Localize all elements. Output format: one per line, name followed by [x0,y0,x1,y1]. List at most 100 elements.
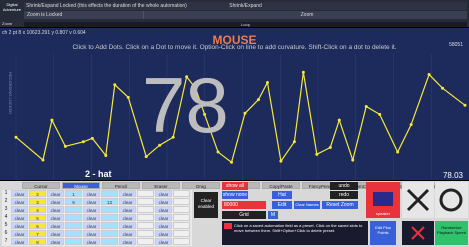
reset-zoom-button[interactable]: Reset Zoom [322,201,358,209]
preset-clear-cell[interactable]: clear [155,230,172,237]
shrink-expand-bar[interactable]: Shrink/Expand Locked (this effects the d… [24,2,467,10]
preset-slot[interactable] [173,190,190,197]
automation-dot[interactable] [144,155,148,159]
preset-clear-cell[interactable]: clear [119,214,136,221]
zoom-bar[interactable]: Zoom is Locked Zoom [24,11,467,19]
undo-button[interactable]: undo [330,182,358,190]
automation-dot[interactable] [351,158,355,162]
preset-slot[interactable] [173,198,190,205]
tool-eraser[interactable]: Eraser [142,182,180,189]
preset-clear-cell[interactable]: clear [155,214,172,221]
preset-clear-cell[interactable]: clear [83,214,100,221]
preset-slot[interactable] [65,206,82,213]
preset-slot[interactable]: 13 [101,198,118,205]
hat-button[interactable]: Hat [272,191,292,199]
automation-dot[interactable] [256,98,260,102]
value-field[interactable]: 80000 [222,201,266,209]
preset-clear-cell[interactable]: clear [83,238,100,245]
red-play-button[interactable]: speaker [366,182,400,218]
randomize-playback-speed-button[interactable]: Randomize Playback Speed [435,221,468,245]
preset-slot[interactable] [137,190,154,197]
preset-slot[interactable]: 1 [65,190,82,197]
preset-slot[interactable]: 6 [29,222,46,229]
automation-dot[interactable] [230,160,234,164]
preset-slot[interactable] [137,214,154,221]
automation-line[interactable] [15,72,466,164]
preset-slot[interactable]: 5 [29,214,46,221]
preset-slot[interactable]: 3 [29,198,46,205]
automation-dot[interactable] [364,104,368,108]
clear-enabled-button[interactable]: Clear enabled [194,192,218,218]
preset-clear-cell[interactable]: clear [11,206,28,213]
preset-slot[interactable] [173,238,190,245]
show-all-button[interactable]: show all [222,182,248,190]
automation-dot[interactable] [396,150,400,154]
automation-dot[interactable] [41,158,45,162]
show-none-button[interactable]: show none [222,191,248,199]
tool-cursor[interactable]: Cursor [22,182,60,189]
preset-slot[interactable]: 8 [29,238,46,245]
preset-clear-cell[interactable]: clear [11,230,28,237]
preset-slot[interactable] [65,230,82,237]
preset-clear-cell[interactable]: clear [155,198,172,205]
preset-clear-cell[interactable]: clear [119,190,136,197]
preset-clear-cell[interactable]: clear [83,206,100,213]
automation-dot[interactable] [463,103,467,107]
preset-clear-cell[interactable]: clear [155,238,172,245]
preset-slot[interactable] [173,206,190,213]
preset-clear-cell[interactable]: clear [47,198,64,205]
automation-dot[interactable] [14,135,18,139]
preset-slot[interactable]: 9 [65,198,82,205]
grid-button[interactable]: Grid [222,211,266,219]
preset-slot[interactable] [65,238,82,245]
preset-clear-cell[interactable]: clear [83,230,100,237]
automation-dot[interactable] [50,118,54,122]
automation-dot[interactable] [292,140,296,144]
preset-slot[interactable] [173,214,190,221]
automation-dot[interactable] [427,73,431,77]
preset-slot[interactable] [101,238,118,245]
preset-slot[interactable]: 4 [29,206,46,213]
automation-dot[interactable] [63,144,67,148]
preset-slot[interactable] [101,190,118,197]
preset-clear-cell[interactable]: clear [119,222,136,229]
close-x-button[interactable] [402,182,434,218]
cross-small-button[interactable] [402,221,434,245]
preset-slot[interactable] [137,238,154,245]
automation-dot[interactable] [104,153,108,157]
preset-clear-cell[interactable]: clear [155,206,172,213]
preset-clear-cell[interactable]: clear [155,190,172,197]
preset-clear-cell[interactable]: clear [47,214,64,221]
preset-slot[interactable]: 7 [29,230,46,237]
automation-dot[interactable] [301,70,305,74]
preset-slot[interactable] [65,222,82,229]
automation-dot[interactable] [265,81,269,84]
automation-dot[interactable] [81,140,85,144]
preset-clear-cell[interactable]: clear [11,238,28,245]
automation-dot[interactable] [243,111,247,115]
automation-dot[interactable] [441,86,445,90]
preset-clear-cell[interactable]: clear [83,222,100,229]
clear-names-button[interactable]: Clear Names [294,201,320,209]
tool-copy-paste[interactable]: Copy/Paste [262,182,300,189]
preset-slot[interactable] [65,214,82,221]
preset-slot[interactable] [137,230,154,237]
preset-clear-cell[interactable]: clear [119,198,136,205]
preset-clear-cell[interactable]: clear [47,206,64,213]
preset-clear-cell[interactable]: clear [11,214,28,221]
automation-dot[interactable] [315,152,319,156]
tool-mouse[interactable]: Mouse [62,182,100,189]
automation-dot[interactable] [113,83,117,87]
preset-clear-cell[interactable]: clear [119,230,136,237]
preset-clear-cell[interactable]: clear [47,190,64,197]
preset-slot[interactable] [101,222,118,229]
preset-clear-cell[interactable]: clear [83,190,100,197]
circle-button[interactable] [435,182,468,218]
preset-slot[interactable] [101,206,118,213]
automation-canvas[interactable]: ch 2 pt 8 x 10623.291 y 0.807 v 0.604 58… [0,28,469,180]
loop-bar[interactable]: Loop [24,22,467,27]
edit-plus-points-button[interactable]: Edit Plus Points [370,221,396,245]
preset-clear-cell[interactable]: clear [119,206,136,213]
preset-slot[interactable] [137,198,154,205]
preset-slot[interactable] [101,214,118,221]
